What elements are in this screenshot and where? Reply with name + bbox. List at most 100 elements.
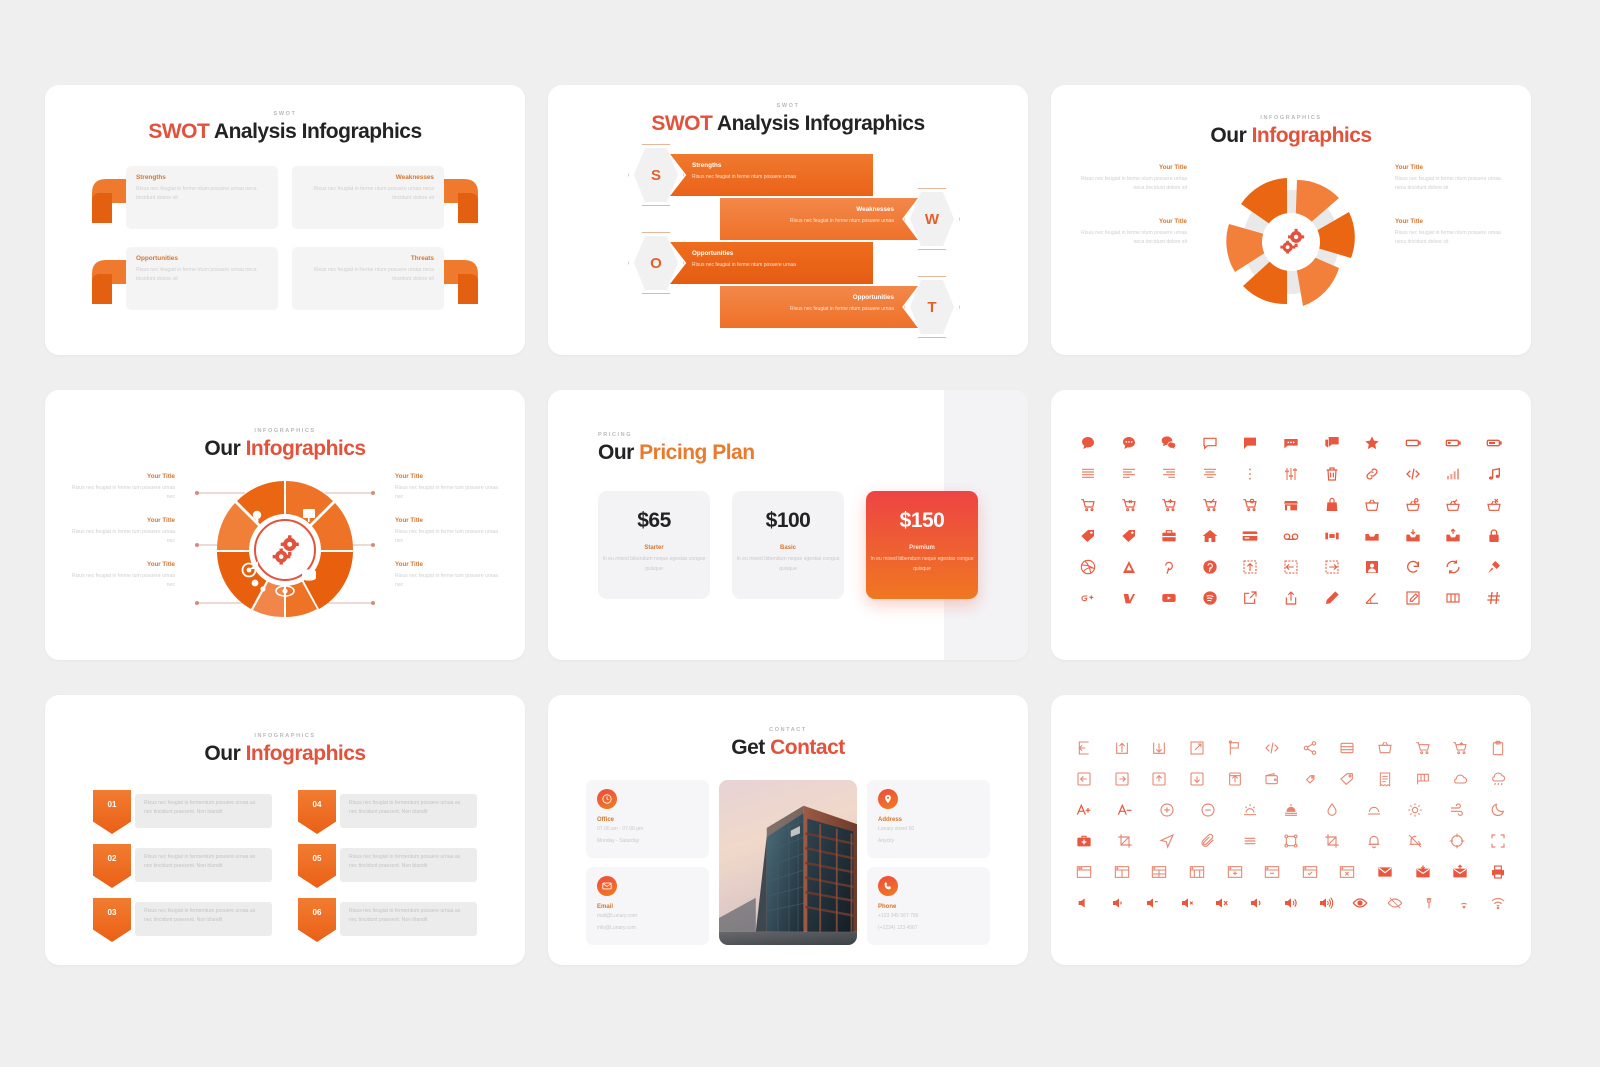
info-block[interactable]: Your Title Risus nec feugiat in ferme tu…	[395, 473, 507, 503]
list-item[interactable]: 04 Risus nec feugiat in fermentum posuer…	[298, 790, 477, 834]
expand-icon[interactable]	[1186, 737, 1208, 759]
chats-icon[interactable]	[1158, 432, 1180, 454]
link-icon[interactable]	[1361, 463, 1383, 485]
align-justify-icon[interactable]	[1077, 463, 1099, 485]
info-block[interactable]: Your Title Risus nec feugiat in ferme tu…	[63, 517, 175, 547]
upload-square-icon[interactable]	[1224, 768, 1246, 790]
contact-card-phone[interactable]: Phone +123 345 567 789 (+1234) 123 4567	[867, 867, 990, 945]
google-plus-icon[interactable]	[1077, 587, 1099, 609]
battery-low-icon[interactable]	[1442, 432, 1464, 454]
upload-box-icon[interactable]	[1280, 587, 1302, 609]
sunrise-icon[interactable]	[1239, 799, 1261, 821]
wind-icon[interactable]	[1446, 799, 1468, 821]
chat-outline-icon[interactable]	[1199, 432, 1221, 454]
music-note-icon[interactable]	[1483, 463, 1505, 485]
sunset-filled-icon[interactable]	[1363, 799, 1385, 821]
info-block[interactable]: Your Title Risus nec feugiat in ferme nt…	[1395, 218, 1513, 248]
list-item[interactable]: 06 Risus nec feugiat in fermentum posuer…	[298, 898, 477, 942]
droplet-icon[interactable]	[1321, 799, 1343, 821]
list-item[interactable]: 02 Risus nec feugiat in fermentum posuer…	[93, 844, 272, 888]
ribbon-threats[interactable]: Opportunities Risus nec feugiat in ferme…	[720, 276, 960, 338]
swot-cell-weaknesses[interactable]: Weaknesses Risus nec feugiat in ferme nt…	[292, 166, 480, 229]
more-vertical-icon[interactable]	[1239, 463, 1261, 485]
browser-add-icon[interactable]	[1224, 861, 1246, 883]
printer-icon[interactable]	[1487, 861, 1509, 883]
cart-plus-icon[interactable]	[1239, 494, 1261, 516]
font-decrease-icon[interactable]	[1114, 799, 1136, 821]
arrow-up-square-icon[interactable]	[1148, 768, 1170, 790]
hash-icon[interactable]	[1483, 587, 1505, 609]
behance-icon[interactable]	[1118, 556, 1140, 578]
dribbble-icon[interactable]	[1077, 556, 1099, 578]
tag-filled-icon[interactable]	[1118, 525, 1140, 547]
basket-icon[interactable]	[1361, 494, 1383, 516]
arrow-down-box-icon[interactable]	[1148, 737, 1170, 759]
moon-icon[interactable]	[1487, 799, 1509, 821]
slide-icon-sheet-solid[interactable]	[1051, 390, 1531, 660]
volume-mute-icon[interactable]	[1073, 892, 1095, 914]
antenna-icon[interactable]	[1418, 892, 1440, 914]
mail-up-icon[interactable]	[1449, 861, 1471, 883]
eye-off-icon[interactable]	[1384, 892, 1406, 914]
refresh-icon[interactable]	[1402, 556, 1424, 578]
film-icon[interactable]	[1321, 525, 1343, 547]
move-left-icon[interactable]	[1280, 556, 1302, 578]
pencil-icon[interactable]	[1321, 587, 1343, 609]
cart-add-icon[interactable]	[1449, 737, 1471, 759]
shopping-bag-icon[interactable]	[1321, 494, 1343, 516]
contact-card-email[interactable]: Email mail@Lunary.com info@Lunary.com	[586, 867, 709, 945]
basket-add-icon[interactable]	[1402, 494, 1424, 516]
browser-columns-icon[interactable]	[1186, 861, 1208, 883]
tag-small-icon[interactable]	[1299, 768, 1321, 790]
cart-icon[interactable]	[1077, 494, 1099, 516]
battery-empty-icon[interactable]	[1402, 432, 1424, 454]
spotify-icon[interactable]	[1199, 587, 1221, 609]
swot-cell-threats[interactable]: Threats Risus nec feugiat in ferme ntum …	[292, 247, 480, 310]
crop-rotate-icon[interactable]	[1321, 830, 1343, 852]
first-aid-icon[interactable]	[1073, 830, 1095, 852]
inbox-down-icon[interactable]	[1402, 525, 1424, 547]
slide-contact[interactable]: CONTACT Get Contact Office 07.00 am - 07…	[548, 695, 1028, 965]
swot-cell-opportunities[interactable]: Opportunities Risus nec feugiat in ferme…	[90, 247, 278, 310]
store-icon[interactable]	[1280, 494, 1302, 516]
pricing-card-basic[interactable]: $100 Basic In eu mixed bibendum neque eg…	[732, 491, 844, 599]
browser-close-icon[interactable]	[1336, 861, 1358, 883]
browser-split-icon[interactable]	[1111, 861, 1133, 883]
align-right-icon[interactable]	[1158, 463, 1180, 485]
volume-mid-icon[interactable]	[1246, 892, 1268, 914]
navigation-icon[interactable]	[1156, 830, 1178, 852]
arrow-right-box-icon[interactable]	[1111, 768, 1133, 790]
sliders-icon[interactable]	[1280, 463, 1302, 485]
cart-remove-icon[interactable]	[1118, 494, 1140, 516]
code-icon[interactable]	[1261, 737, 1283, 759]
align-left-icon[interactable]	[1118, 463, 1140, 485]
basket-icon[interactable]	[1374, 737, 1396, 759]
zoom-out-icon[interactable]	[1197, 799, 1219, 821]
frame-icon[interactable]	[1280, 830, 1302, 852]
move-up-icon[interactable]	[1239, 556, 1261, 578]
chat-dots-icon[interactable]	[1118, 432, 1140, 454]
browser-grid-icon[interactable]	[1148, 861, 1170, 883]
fullscreen-icon[interactable]	[1487, 830, 1509, 852]
info-block[interactable]: Your Title Risus nec feugiat in ferme nt…	[1395, 164, 1513, 194]
chat-solid-icon[interactable]	[1239, 432, 1261, 454]
browser-remove-icon[interactable]	[1261, 861, 1283, 883]
share-icon[interactable]	[1299, 737, 1321, 759]
wallet-icon[interactable]	[1261, 768, 1283, 790]
edit-square-icon[interactable]	[1402, 587, 1424, 609]
volume-down-icon[interactable]	[1142, 892, 1164, 914]
flag-icon[interactable]	[1224, 737, 1246, 759]
tag-icon[interactable]	[1077, 525, 1099, 547]
receipt-icon[interactable]	[1374, 768, 1396, 790]
basket-check-icon[interactable]	[1442, 494, 1464, 516]
inbox-up-icon[interactable]	[1442, 525, 1464, 547]
info-block[interactable]: Your Title Risus nec feugiat in ferme tu…	[63, 473, 175, 503]
volume-high-icon[interactable]	[1280, 892, 1302, 914]
wifi-low-icon[interactable]	[1453, 892, 1475, 914]
browser-icon[interactable]	[1073, 861, 1095, 883]
clipboard-icon[interactable]	[1487, 737, 1509, 759]
sunset-icon[interactable]	[1280, 799, 1302, 821]
browser-check-icon[interactable]	[1299, 861, 1321, 883]
sync-icon[interactable]	[1442, 556, 1464, 578]
cloud-rain-icon[interactable]	[1487, 768, 1509, 790]
